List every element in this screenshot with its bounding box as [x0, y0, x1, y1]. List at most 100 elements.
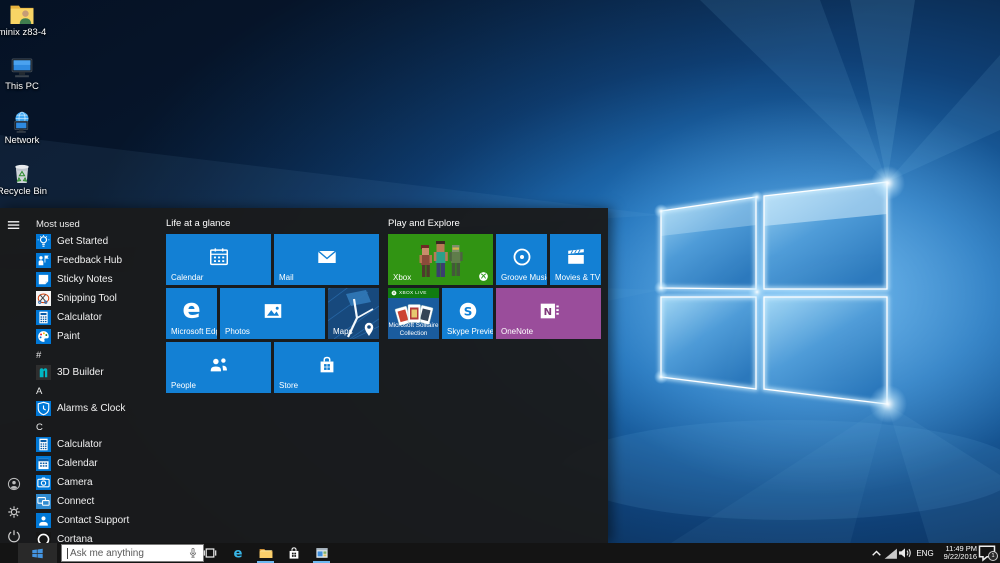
tile-photos[interactable]: Photos [220, 288, 325, 339]
feedback-hub-icon [36, 253, 51, 268]
tile-people[interactable]: People [166, 342, 271, 393]
search-input[interactable] [68, 548, 187, 559]
tile-calendar[interactable]: Calendar [166, 234, 271, 285]
power-button[interactable] [7, 529, 23, 543]
tile-group-title[interactable]: Life at a glance [166, 218, 379, 232]
app-item-calendar[interactable]: Calendar [28, 454, 162, 473]
account-button[interactable] [7, 477, 23, 491]
tile-group-title[interactable]: Play and Explore [388, 218, 601, 232]
app-item-label: Alarms & Clock [57, 403, 125, 414]
app-item-calculator[interactable]: Calculator [28, 308, 162, 327]
connect-icon [36, 494, 51, 509]
snipping-tool-icon [36, 291, 51, 306]
tile-microsoft-edge[interactable]: eMicrosoft Edge [166, 288, 217, 339]
start-menu: Most used Get Started Feedback Hub Sticky N… [0, 208, 608, 543]
app-section-header-most-used[interactable]: Most used [36, 218, 80, 232]
desktop-icon-minix-z83-4[interactable]: minix z83-4 [0, 2, 56, 38]
tile-maps[interactable]: Maps [328, 288, 379, 339]
map-preview [328, 288, 379, 339]
app-item-get-started[interactable]: Get Started [28, 232, 162, 251]
app-item-3d-builder[interactable]: 3D Builder [28, 363, 162, 382]
mail-icon [316, 246, 338, 268]
tile-label: Microsoft Solitaire Collection [388, 322, 439, 338]
app-item-label: 3D Builder [57, 367, 104, 378]
clock[interactable]: 11:49 PM 9/22/2016 [937, 545, 977, 561]
tile-skype-preview[interactable]: SSkype Preview [442, 288, 493, 339]
app-item-label: Calendar [57, 458, 98, 469]
calendar-icon [208, 246, 230, 268]
calendar-small-icon [36, 456, 51, 471]
taskbar-button-task-view[interactable] [196, 543, 223, 563]
desktop-icon-label: This PC [5, 81, 39, 92]
desktop-icon-this-pc[interactable]: This PC [0, 56, 56, 92]
camera-icon [36, 475, 51, 490]
settings-button[interactable] [7, 505, 23, 519]
app-item-contact-support[interactable]: Contact Support [28, 511, 162, 530]
tile-movies-tv[interactable]: Movies & TV [550, 234, 601, 285]
system-tray: ENG 11:49 PM 9/22/2016 1 [870, 543, 1000, 563]
menu-button[interactable] [7, 218, 23, 232]
tile-label: Groove Music [501, 273, 547, 282]
app-item-label: Get Started [57, 236, 108, 247]
app-item-feedback-hub[interactable]: Feedback Hub [28, 251, 162, 270]
taskbar-button-file-explorer[interactable] [252, 543, 279, 563]
app-item-label: Connect [57, 496, 94, 507]
volume-icon[interactable] [898, 543, 913, 563]
start-button[interactable] [18, 543, 57, 563]
app-item-alarms-clock[interactable]: Alarms & Clock [28, 399, 162, 418]
app-item-calculator[interactable]: Calculator [28, 435, 162, 454]
desktop-icon-label: Network [5, 135, 40, 146]
app-section-header-a[interactable]: A [36, 385, 42, 399]
network-desktop-icon [9, 110, 35, 134]
desktop-icon-recycle-bin[interactable]: Recycle Bin [0, 161, 56, 197]
taskbar-button-store[interactable] [280, 543, 307, 563]
app-item-snipping-tool[interactable]: Snipping Tool [28, 289, 162, 308]
task-view-icon [202, 545, 218, 561]
tile-label: OneNote [501, 327, 533, 336]
app-item-sticky-notes[interactable]: Sticky Notes [28, 270, 162, 289]
tile-label: Xbox [393, 273, 411, 282]
app-item-label: Feedback Hub [57, 255, 122, 266]
tile-microsoft-solitaire-collection[interactable]: XBOX LIVE Microsoft Solitaire Collection [388, 288, 439, 339]
action-center-icon[interactable]: 1 [977, 543, 997, 563]
desktop-icon-label: minix z83-4 [0, 27, 46, 38]
edge-logo-icon: e [182, 296, 200, 323]
tile-onenote[interactable]: NOneNote [496, 288, 601, 339]
taskbar-button-app-window[interactable] [308, 543, 335, 563]
app-item-label: Snipping Tool [57, 293, 117, 304]
tile-store[interactable]: Store [274, 342, 379, 393]
file-explorer-icon [258, 545, 274, 561]
desktop-icon-network[interactable]: Network [0, 110, 56, 146]
app-item-camera[interactable]: Camera [28, 473, 162, 492]
svg-text:e: e [233, 546, 242, 561]
this-pc-icon [9, 56, 35, 80]
alarms-clock-icon [36, 401, 51, 416]
app-item-label: Cortana [57, 534, 93, 543]
app-item-connect[interactable]: Connect [28, 492, 162, 511]
xbox-live-label: XBOX LIVE [399, 291, 427, 296]
tile-groove-music[interactable]: Groove Music [496, 234, 547, 285]
tile-mail[interactable]: Mail [274, 234, 379, 285]
search-box[interactable] [61, 544, 204, 562]
app-item-label: Contact Support [57, 515, 129, 526]
store-icon [316, 354, 338, 376]
network-icon[interactable] [883, 543, 898, 563]
windows-flag-icon [31, 547, 44, 560]
account-icon [7, 477, 23, 491]
hamburger-icon [7, 218, 23, 232]
taskbar-button-edge[interactable]: e [224, 543, 251, 563]
xbox-logo-icon [391, 290, 397, 296]
language-indicator[interactable]: ENG [913, 549, 937, 558]
taskbar: e ENG 11:49 PM 9/22/2016 1 [0, 543, 1000, 563]
start-menu-app-list: Most used Get Started Feedback Hub Sticky N… [28, 208, 162, 543]
app-item-paint[interactable]: Paint [28, 327, 162, 346]
app-section-header-[interactable]: # [36, 349, 41, 363]
app-section-header-c[interactable]: C [36, 421, 43, 435]
tile-xbox[interactable]: Xbox [388, 234, 493, 285]
calculator-icon [36, 310, 51, 325]
chevron-up-icon[interactable] [870, 543, 883, 563]
tile-label: Movies & TV [555, 273, 600, 282]
tile-grid: CalendarMail eMicrosoft EdgePhotosMaps Peo… [166, 234, 379, 393]
app-item-cortana[interactable]: Cortana [28, 530, 162, 543]
tile-group-play-and-explore: Play and Explore Xbox Groove Music Movies &… [388, 218, 601, 339]
